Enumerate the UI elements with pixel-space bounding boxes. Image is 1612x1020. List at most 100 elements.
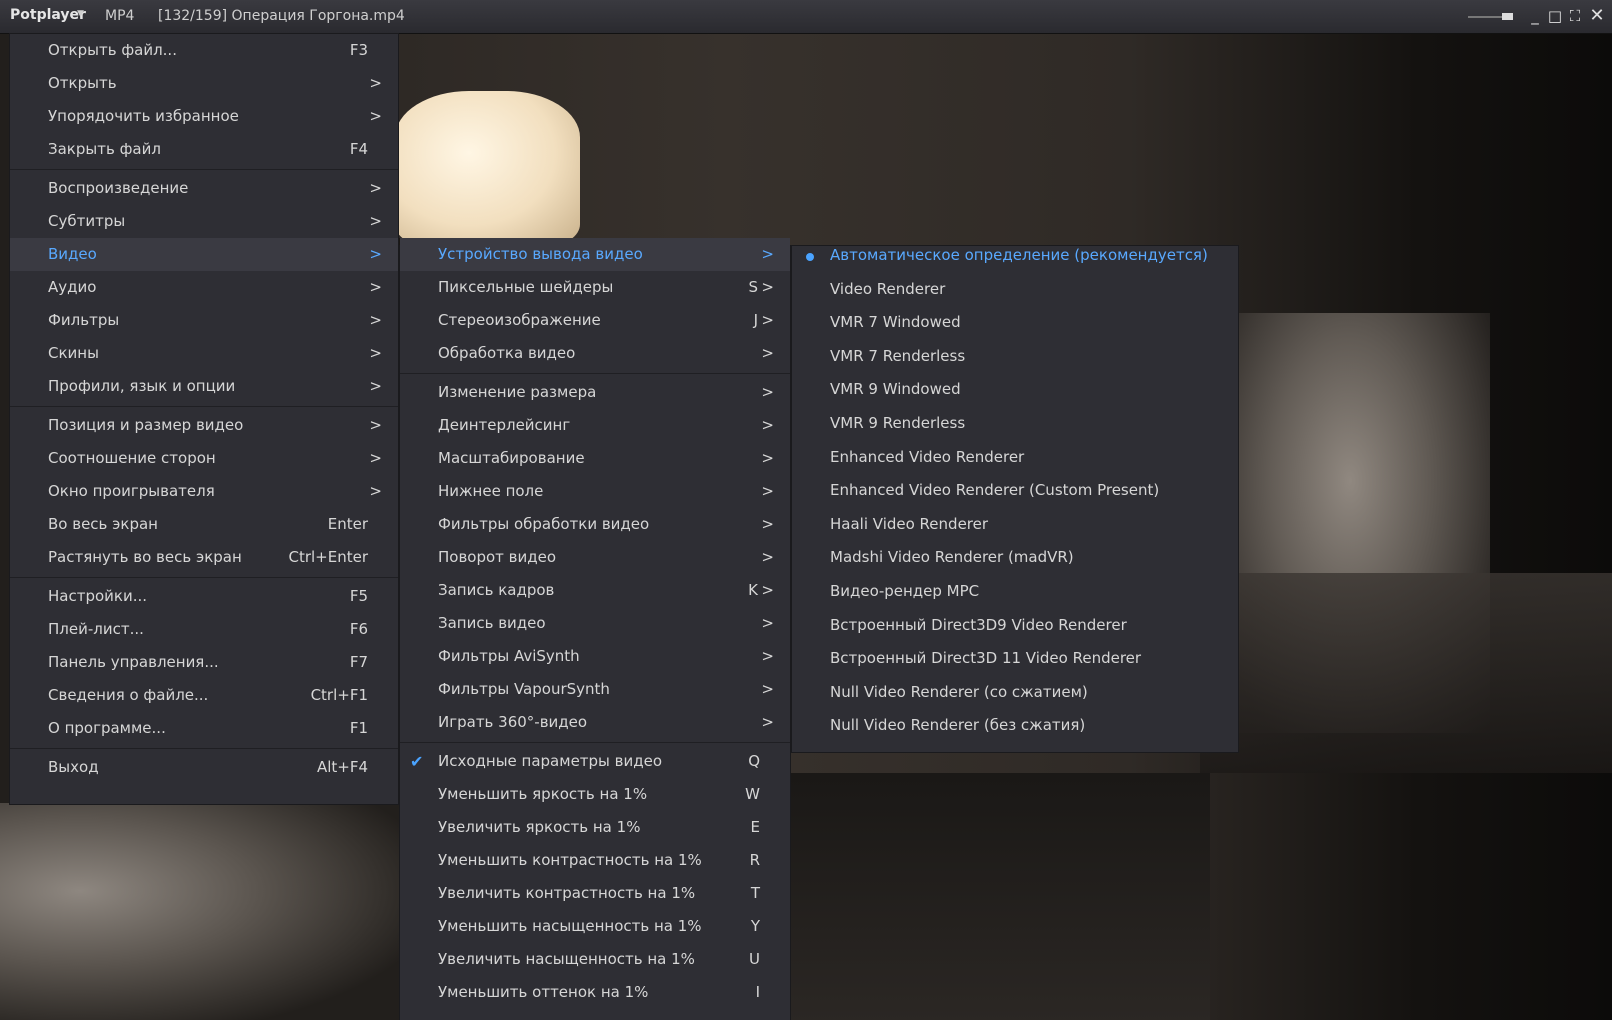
chevron-down-icon[interactable]: ▼ [77,9,84,19]
menu-item-изменение-размера[interactable]: Изменение размера > [400,376,790,409]
menu-item-label: Выход [48,758,99,776]
submenu-arrow-icon: > [761,581,774,599]
menu-item-аудио[interactable]: Аудио > [10,271,398,304]
menu-item-увеличить-яркость-на-1[interactable]: Увеличить яркость на 1% E [400,811,790,844]
menu-item-стереоизображение[interactable]: Стереоизображение J > [400,304,790,337]
menu-item-label: Уменьшить насыщенность на 1% [438,917,702,935]
menu-item-shortcut: W [745,785,760,803]
menu-item-label: Исходные параметры видео [438,752,663,770]
menu-item-закрыть-файл[interactable]: Закрыть файл F4 [10,133,398,166]
menu-item-shortcut: Enter [327,515,368,533]
menu-item-shortcut: R [749,851,760,869]
menu-item-о-программе[interactable]: О программе... F1 [10,712,398,745]
menu-item-видео-рендер-mpc[interactable]: Видео-рендер MPC [792,575,1238,608]
menu-item-фильтры-avisynth[interactable]: Фильтры AviSynth > [400,640,790,673]
menu-item-масштабирование[interactable]: Масштабирование > [400,442,790,475]
menu-item-label: Стереоизображение [438,311,601,329]
menu-item-уменьшить-насыщенность-на-1[interactable]: Уменьшить насыщенность на 1% Y [400,910,790,943]
maximize-icon[interactable]: □ [1546,6,1564,26]
menu-item-haali-video-renderer[interactable]: Haali Video Renderer [792,508,1238,541]
menu-item-label: Субтитры [48,212,126,230]
menu-item-фильтры-vapoursynth[interactable]: Фильтры VapourSynth > [400,673,790,706]
menu-item-уменьшить-контрастность-на-1[interactable]: Уменьшить контрастность на 1% R [400,844,790,877]
menu-item-встроенный-direct3d-11-video-renderer[interactable]: Встроенный Direct3D 11 Video Renderer [792,642,1238,675]
menu-item-увеличить-контрастность-на-1[interactable]: Увеличить контрастность на 1% T [400,877,790,910]
video-submenu: Устройство вывода видео > Пиксельные шейде… [400,238,790,1020]
submenu-arrow-icon: > [761,278,774,296]
submenu-arrow-icon: > [369,179,382,197]
menu-item-деинтерлейсинг[interactable]: Деинтерлейсинг > [400,409,790,442]
menu-item-выход[interactable]: Выход Alt+F4 [10,751,398,784]
menu-item-нижнее-поле[interactable]: Нижнее поле > [400,475,790,508]
menu-item-label: Масштабирование [438,449,585,467]
submenu-arrow-icon: > [761,647,774,665]
menu-item-обработка-видео[interactable]: Обработка видео > [400,337,790,370]
menu-item-профили-язык-и-опции[interactable]: Профили, язык и опции > [10,370,398,403]
menu-item-субтитры[interactable]: Субтитры > [10,205,398,238]
video-lamp [395,91,580,246]
menu-item-устройство-вывода-видео[interactable]: Устройство вывода видео > [400,238,790,271]
close-icon[interactable]: ✕ [1588,6,1606,26]
menu-item-упорядочить-избранное[interactable]: Упорядочить избранное > [10,100,398,133]
menu-item-label: Панель управления... [48,653,219,671]
app-brand-button[interactable]: Potplayer [10,7,86,23]
fullscreen-icon[interactable]: ⛶ [1566,6,1584,26]
menu-item-увеличить-насыщенность-на-1[interactable]: Увеличить насыщенность на 1% U [400,943,790,976]
menu-item-shortcut: F6 [349,620,368,638]
menu-item-null-video-renderer-без-сжатия[interactable]: Null Video Renderer (без сжатия) [792,709,1238,742]
menu-item-shortcut: F5 [349,587,368,605]
menu-item-label: О программе... [48,719,166,737]
menu-item-vmr-9-windowed[interactable]: VMR 9 Windowed [792,373,1238,406]
minimize-icon[interactable]: _ [1526,6,1544,26]
menu-item-фильтры[interactable]: Фильтры > [10,304,398,337]
menu-item-открыть-файл[interactable]: Открыть файл... F3 [10,34,398,67]
file-title: [132/159] Операция Горгона.mp4 [158,8,405,24]
menu-item-автоматическое-определение-рекомендуется[interactable]: Автоматическое определение (рекомендуетс… [792,239,1238,272]
menu-item-shortcut: J [753,311,758,329]
menu-item-окно-проигрывателя[interactable]: Окно проигрывателя > [10,475,398,508]
menu-item-label: VMR 7 Windowed [830,313,961,332]
menu-item-enhanced-video-renderer-custom-present[interactable]: Enhanced Video Renderer (Custom Present) [792,474,1238,507]
menu-item-label: Встроенный Direct3D 11 Video Renderer [830,649,1142,668]
opacity-slider-handle[interactable] [1502,13,1513,20]
menu-item-label: Обработка видео [438,344,576,362]
menu-item-соотношение-сторон[interactable]: Соотношение сторон > [10,442,398,475]
menu-item-воспроизведение[interactable]: Воспроизведение > [10,172,398,205]
menu-item-label: Уменьшить контрастность на 1% [438,851,702,869]
submenu-arrow-icon: > [761,614,774,632]
menu-item-панель-управления[interactable]: Панель управления... F7 [10,646,398,679]
menu-item-поворот-видео[interactable]: Поворот видео > [400,541,790,574]
menu-item-настройки[interactable]: Настройки... F5 [10,580,398,613]
menu-item-enhanced-video-renderer[interactable]: Enhanced Video Renderer [792,441,1238,474]
menu-item-плей-лист[interactable]: Плей-лист... F6 [10,613,398,646]
menu-item-shortcut: F1 [349,719,368,737]
menu-item-сведения-о-файле[interactable]: Сведения о файле... Ctrl+F1 [10,679,398,712]
menu-item-скины[interactable]: Скины > [10,337,398,370]
menu-item-пиксельные-шейдеры[interactable]: Пиксельные шейдеры S > [400,271,790,304]
menu-item-shortcut: K [748,581,758,599]
menu-item-позиция-и-размер-видео[interactable]: Позиция и размер видео > [10,409,398,442]
menu-item-null-video-renderer-со-сжатием[interactable]: Null Video Renderer (со сжатием) [792,676,1238,709]
menu-item-фильтры-обработки-видео[interactable]: Фильтры обработки видео > [400,508,790,541]
menu-item-растянуть-во-весь-экран[interactable]: Растянуть во весь экран Ctrl+Enter [10,541,398,574]
menu-item-уменьшить-яркость-на-1[interactable]: Уменьшить яркость на 1% W [400,778,790,811]
menu-item-встроенный-direct3d9-video-renderer[interactable]: Встроенный Direct3D9 Video Renderer [792,609,1238,642]
menu-item-видео[interactable]: Видео > [10,238,398,271]
menu-item-madshi-video-renderer-madvr[interactable]: Madshi Video Renderer (madVR) [792,541,1238,574]
menu-item-исходные-параметры-видео[interactable]: ✔ Исходные параметры видео Q [400,745,790,778]
menu-item-играть-360-видео[interactable]: Играть 360°-видео > [400,706,790,739]
menu-item-открыть[interactable]: Открыть > [10,67,398,100]
menu-item-запись-видео[interactable]: Запись видео > [400,607,790,640]
video-renderer-submenu: Автоматическое определение (рекомендуетс… [792,246,1238,752]
menu-item-video-renderer[interactable]: Video Renderer [792,273,1238,306]
menu-item-vmr-7-renderless[interactable]: VMR 7 Renderless [792,340,1238,373]
menu-item-уменьшить-оттенок-на-1[interactable]: Уменьшить оттенок на 1% I [400,976,790,1009]
submenu-arrow-icon: > [369,311,382,329]
menu-item-label: Увеличить яркость на 1% [438,818,641,836]
menu-item-vmr-7-windowed[interactable]: VMR 7 Windowed [792,306,1238,339]
menu-item-vmr-9-renderless[interactable]: VMR 9 Renderless [792,407,1238,440]
menu-item-запись-кадров[interactable]: Запись кадров K > [400,574,790,607]
menu-item-во-весь-экран[interactable]: Во весь экран Enter [10,508,398,541]
menu-item-label: Video Renderer [830,279,946,298]
menu-item-label: Деинтерлейсинг [438,416,571,434]
